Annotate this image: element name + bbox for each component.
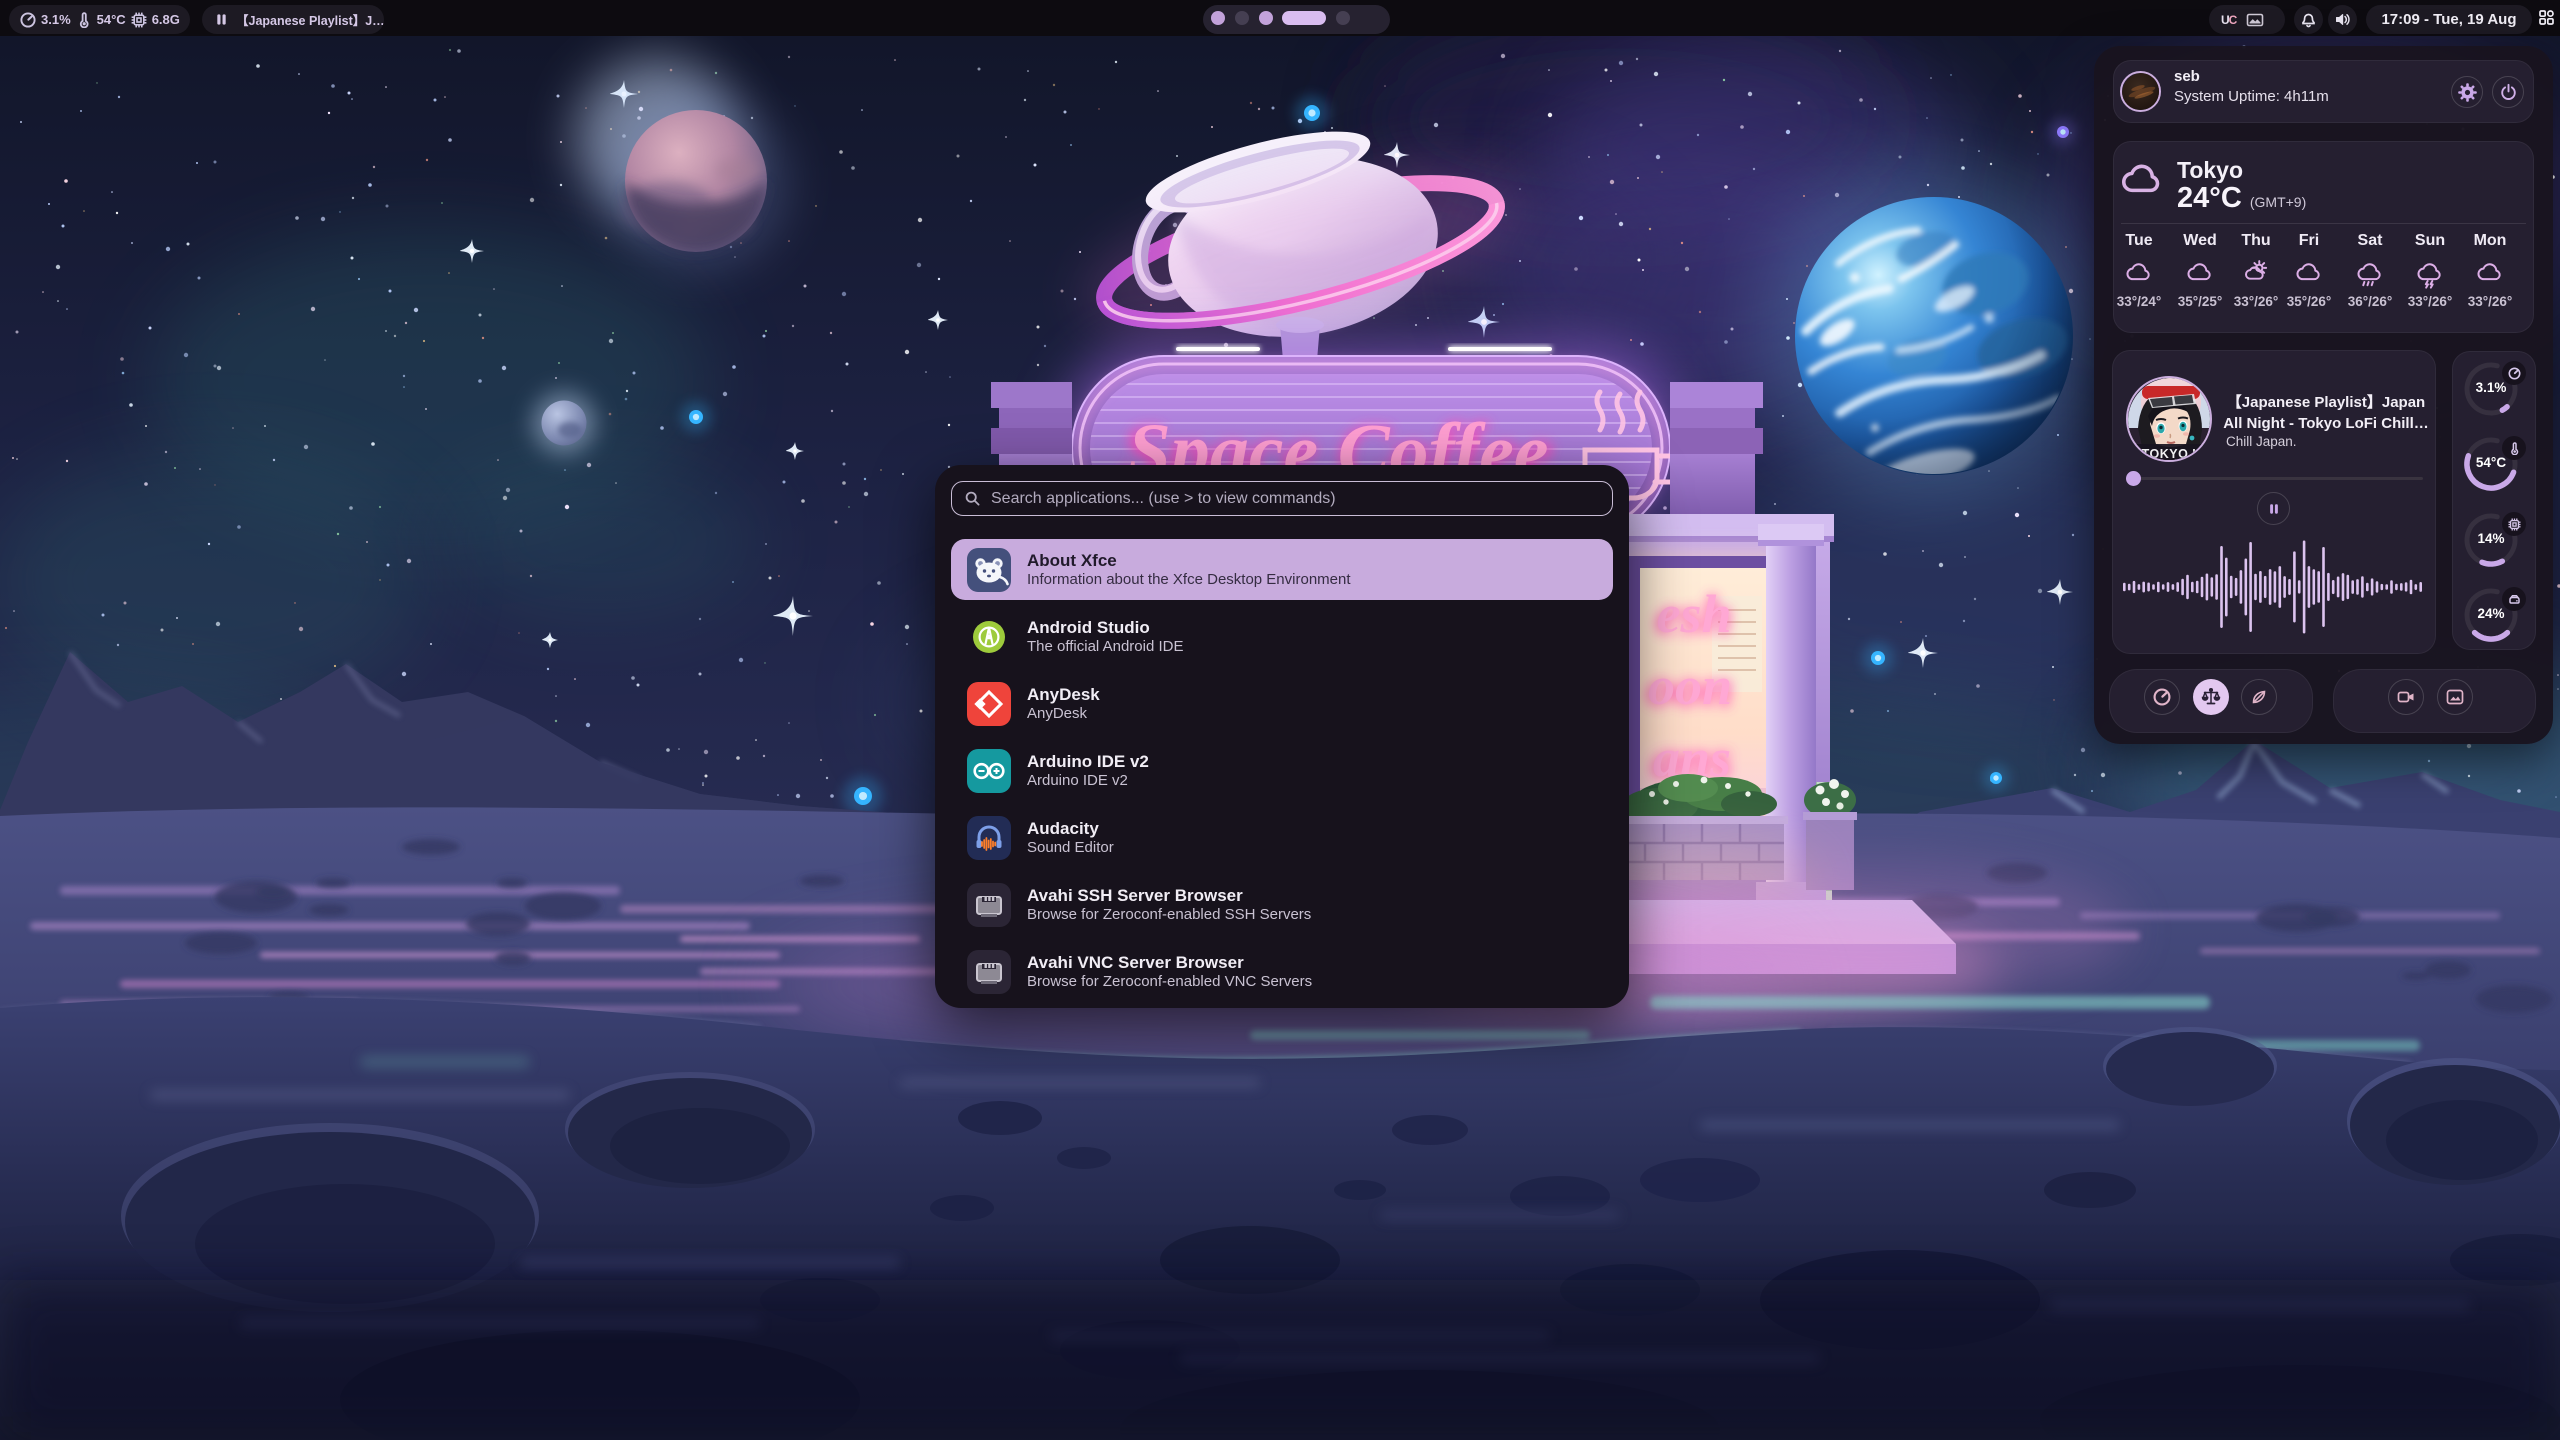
svg-text:esh: esh — [1656, 584, 1731, 644]
svg-text:oon: oon — [1648, 656, 1732, 716]
